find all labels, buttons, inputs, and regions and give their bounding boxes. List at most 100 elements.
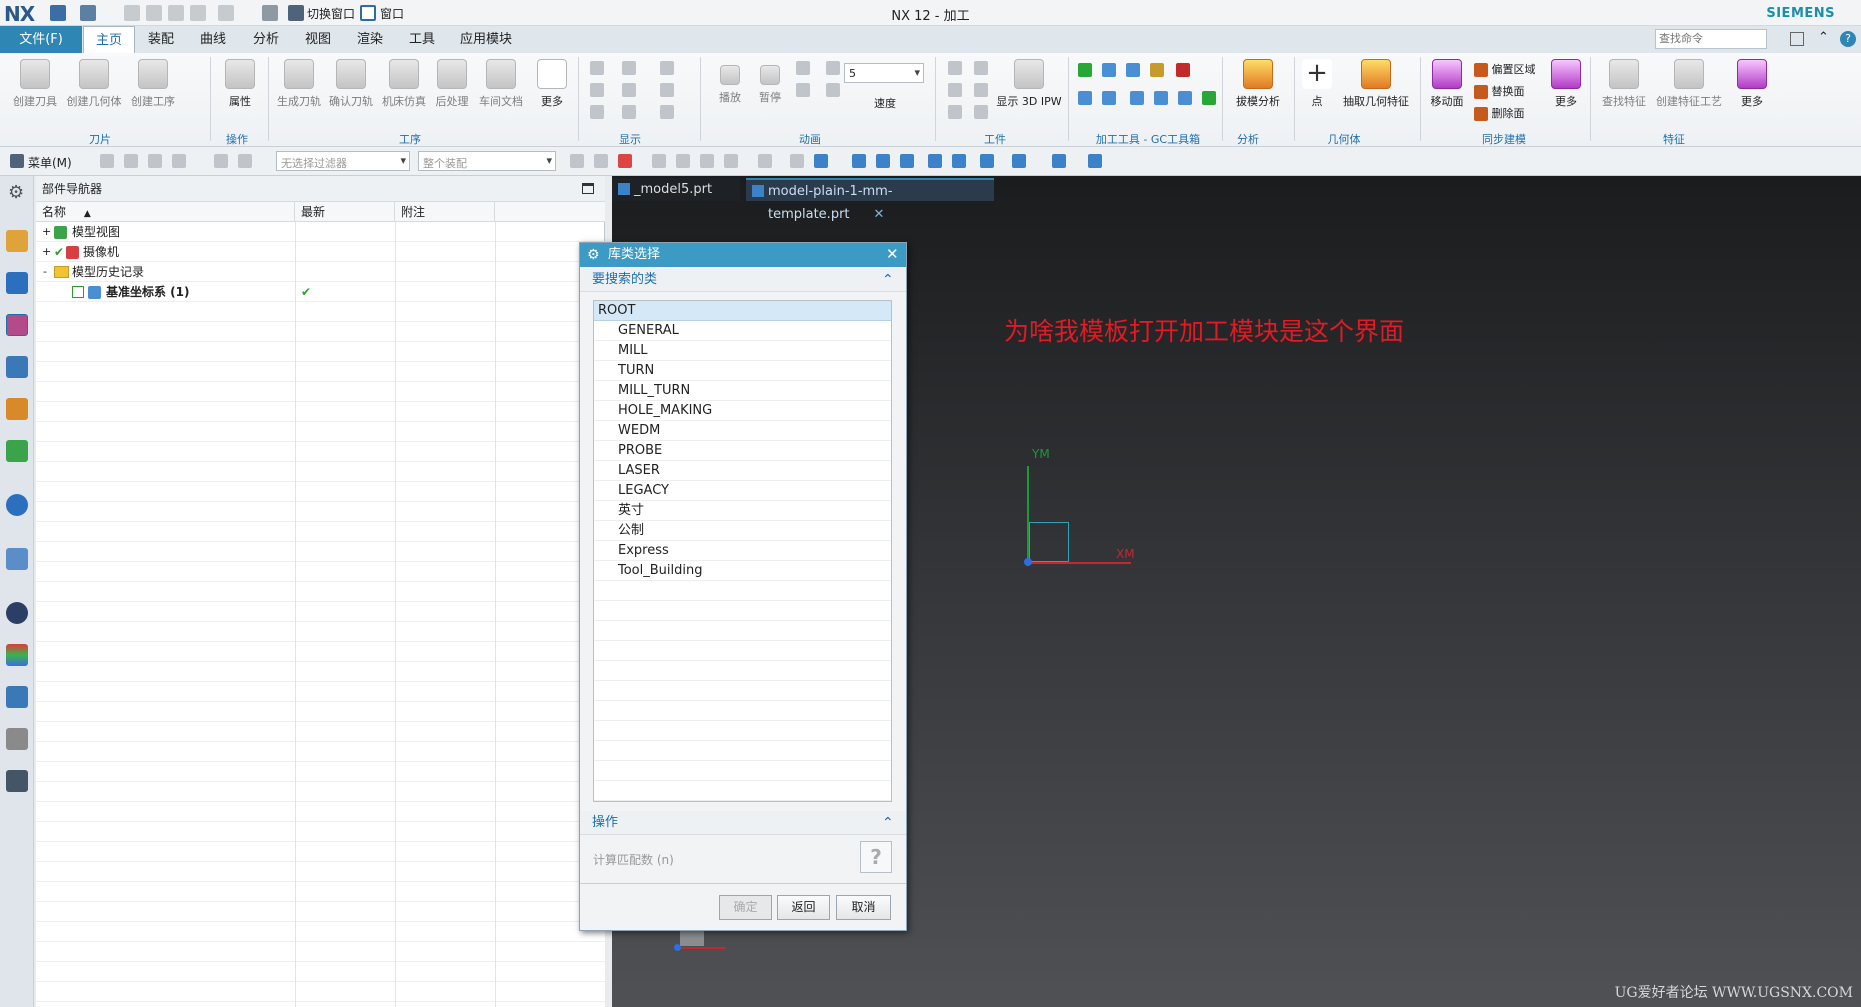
roles-icon[interactable]	[6, 686, 28, 708]
history-icon[interactable]	[6, 548, 28, 570]
tab-template[interactable]: model-plain-1-mm-template.prt ✕	[746, 178, 994, 222]
tab-view[interactable]: 视图	[297, 26, 339, 53]
menu-button[interactable]: 菜单(M)	[28, 154, 72, 171]
close-icon[interactable]: ✕	[874, 207, 885, 222]
create-geometry-button[interactable]: 创建几何体	[64, 59, 124, 109]
step-icon[interactable]	[826, 61, 840, 75]
replace-face-button[interactable]: 替换面	[1474, 83, 1525, 99]
list-item[interactable]: WEDM	[594, 421, 891, 441]
point-button[interactable]: + 点	[1300, 59, 1334, 109]
assembly-navigator-icon[interactable]	[6, 272, 28, 294]
offset-region-button[interactable]: 偏置区域	[1474, 61, 1536, 77]
list-item[interactable]: ROOT	[594, 301, 891, 321]
pause-button[interactable]: 暂停	[750, 59, 790, 105]
collapse-ribbon-icon[interactable]: ⌃	[1818, 30, 1829, 45]
step-icon[interactable]	[796, 61, 810, 75]
view-icon[interactable]	[980, 154, 994, 168]
workpiece-icon[interactable]	[974, 105, 988, 119]
create-tool-button[interactable]: 创建刀具	[10, 59, 60, 109]
view-icon[interactable]	[1012, 154, 1026, 168]
workpiece-icon[interactable]	[948, 105, 962, 119]
expander[interactable]: +	[42, 222, 51, 242]
cam-icon[interactable]	[6, 728, 28, 750]
restore-icon[interactable]	[1790, 32, 1804, 46]
view-icon[interactable]	[1088, 154, 1102, 168]
create-operation-button[interactable]: 创建工序	[128, 59, 178, 109]
tab-analysis[interactable]: 分析	[245, 26, 287, 53]
display-option-icon[interactable]	[590, 83, 604, 97]
snap-icon[interactable]	[676, 154, 690, 168]
view-icon[interactable]	[952, 154, 966, 168]
column-latest[interactable]: 最新	[295, 202, 395, 222]
cancel-button[interactable]: 取消	[836, 895, 891, 920]
expander[interactable]: +	[42, 242, 51, 262]
extract-geometry-button[interactable]: 抽取几何特征	[1338, 59, 1414, 109]
file-menu[interactable]: 文件(F)	[0, 26, 82, 53]
machine-simulation-button[interactable]: 机床仿真	[379, 59, 429, 109]
generate-toolpath-button[interactable]: 生成刀轨	[274, 59, 324, 109]
collapse-icon[interactable]: ⌃	[882, 811, 894, 835]
sync-more-button[interactable]: 更多	[1548, 59, 1584, 109]
view-icon[interactable]	[900, 154, 914, 168]
snap-icon[interactable]	[570, 154, 584, 168]
tree-row[interactable]: + ✔ 摄像机	[36, 242, 605, 262]
collapse-icon[interactable]: ⌃	[882, 268, 894, 292]
section-operations[interactable]: 操作 ⌃	[580, 811, 906, 835]
workpiece-icon[interactable]	[974, 83, 988, 97]
gc-tool-icon[interactable]	[1102, 91, 1116, 105]
snap-icon[interactable]	[724, 154, 738, 168]
gc-tool-icon[interactable]	[1126, 63, 1140, 77]
verify-toolpath-button[interactable]: 确认刀轨	[326, 59, 376, 109]
snap-icon[interactable]	[594, 154, 608, 168]
gear-icon[interactable]: ⚙	[8, 182, 24, 203]
gc-tool-icon[interactable]	[1154, 91, 1168, 105]
gc-tool-icon[interactable]	[1102, 63, 1116, 77]
list-item[interactable]: TURN	[594, 361, 891, 381]
postprocess-button[interactable]: 后处理	[430, 59, 474, 109]
reuse-library-icon[interactable]	[6, 398, 28, 420]
filter-tool-icon[interactable]	[214, 154, 228, 168]
show-3d-ipw-button[interactable]: 显示 3D IPW	[996, 59, 1062, 109]
create-feature-process-button[interactable]: 创建特征工艺	[1654, 59, 1724, 109]
filter-tool-icon[interactable]	[100, 154, 114, 168]
list-item[interactable]: 公制	[594, 521, 891, 541]
tab-render[interactable]: 渲染	[349, 26, 391, 53]
part-navigator-icon[interactable]	[6, 314, 28, 336]
list-item[interactable]: PROBE	[594, 441, 891, 461]
gc-tool-icon[interactable]	[1176, 63, 1190, 77]
tab-application[interactable]: 应用模块	[454, 26, 518, 53]
system-scene-icon[interactable]	[6, 644, 28, 666]
tree-row[interactable]: 基准坐标系 (1) ✔	[36, 282, 605, 302]
tab-curve[interactable]: 曲线	[192, 26, 234, 53]
display-option-icon[interactable]	[590, 105, 604, 119]
move-face-button[interactable]: 移动面	[1424, 59, 1470, 109]
snap-icon[interactable]	[618, 154, 632, 168]
checkbox-icon[interactable]	[72, 286, 84, 298]
view-icon[interactable]	[852, 154, 866, 168]
speed-select[interactable]: 5	[844, 63, 924, 83]
workpiece-icon[interactable]	[948, 61, 962, 75]
type-filter-select[interactable]: 无选择过滤器	[276, 151, 410, 171]
view-icon[interactable]	[876, 154, 890, 168]
delete-face-button[interactable]: 删除面	[1474, 105, 1525, 121]
palette-icon[interactable]	[6, 770, 28, 792]
display-option-icon[interactable]	[622, 83, 636, 97]
tab-model5[interactable]: _model5.prt	[612, 178, 740, 201]
play-button[interactable]: 播放	[710, 59, 750, 105]
command-search-input[interactable]	[1655, 29, 1767, 49]
gc-tool-icon[interactable]	[1130, 91, 1144, 105]
list-item[interactable]: LEGACY	[594, 481, 891, 501]
class-list[interactable]: ROOT GENERAL MILL TURN MILL_TURN HOLE_MA…	[593, 300, 892, 802]
tree-row[interactable]: - 模型历史记录	[36, 262, 605, 282]
expander[interactable]: -	[43, 262, 47, 282]
snap-icon[interactable]	[758, 154, 772, 168]
filter-tool-icon[interactable]	[172, 154, 186, 168]
draft-analysis-button[interactable]: 拔模分析	[1230, 59, 1286, 109]
filter-tool-icon[interactable]	[238, 154, 252, 168]
filter-tool-icon[interactable]	[148, 154, 162, 168]
display-option-icon[interactable]	[622, 105, 636, 119]
proc-more-button[interactable]: 更多	[532, 59, 572, 109]
gc-tool-icon[interactable]	[1178, 91, 1192, 105]
list-item[interactable]: 英寸	[594, 501, 891, 521]
hd3d-tools-icon[interactable]	[6, 440, 28, 462]
